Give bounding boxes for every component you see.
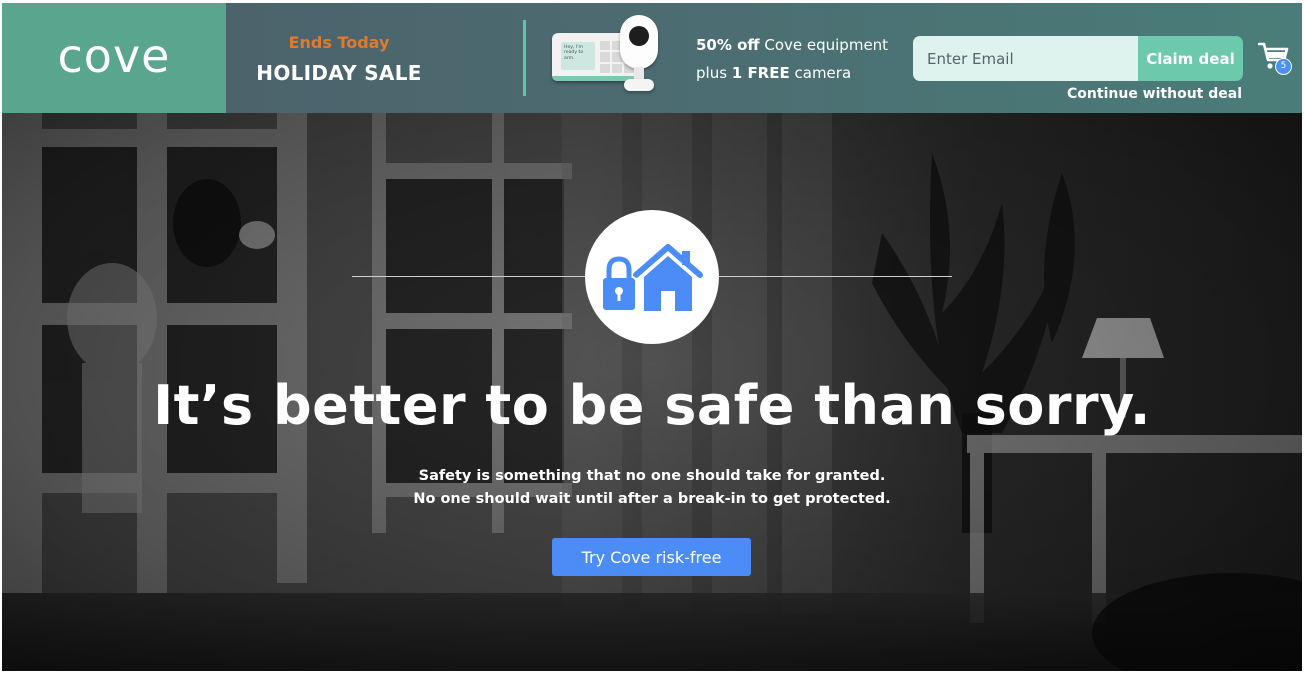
- logo[interactable]: cove: [2, 3, 226, 113]
- cart-count-badge: 5: [1275, 58, 1292, 75]
- hero-headline: It’s better to be safe than sorry.: [153, 374, 1151, 437]
- sale-eyebrow: Ends Today: [288, 33, 390, 52]
- email-form: Claim deal: [913, 36, 1243, 81]
- camera-image: [620, 15, 660, 95]
- hero-section: It’s better to be safe than sorry. Safet…: [2, 113, 1302, 671]
- promo-banner: cove Ends Today HOLIDAY SALE Hey, I'm re…: [2, 3, 1302, 113]
- headline-rule-left: [352, 276, 588, 277]
- try-cove-button[interactable]: Try Cove risk-free: [552, 538, 751, 576]
- offer-text: 50% off Cove equipment plus 1 FREE camer…: [696, 31, 888, 87]
- headline-rule-right: [718, 276, 952, 277]
- hero-subline-2: No one should wait until after a break-i…: [413, 491, 891, 507]
- logo-text: cove: [57, 29, 171, 83]
- offer-line-2: plus 1 FREE camera: [696, 64, 852, 82]
- offer-line-1: 50% off Cove equipment: [696, 36, 889, 54]
- product-image: Hey, I'm ready to arm.: [548, 13, 662, 97]
- panel-screen: Hey, I'm ready to arm.: [561, 42, 595, 70]
- lock-house-icon: [601, 244, 703, 312]
- sale-title: HOLIDAY SALE: [256, 61, 422, 85]
- cart-button[interactable]: 5: [1257, 41, 1294, 75]
- email-input[interactable]: [913, 36, 1138, 81]
- security-badge: [585, 210, 719, 344]
- continue-without-deal-link[interactable]: Continue without deal: [1002, 86, 1242, 102]
- hero-subline-1: Safety is something that no one should t…: [418, 468, 886, 484]
- banner-divider: [523, 20, 526, 96]
- claim-deal-button[interactable]: Claim deal: [1138, 36, 1243, 81]
- page: cove Ends Today HOLIDAY SALE Hey, I'm re…: [2, 3, 1302, 671]
